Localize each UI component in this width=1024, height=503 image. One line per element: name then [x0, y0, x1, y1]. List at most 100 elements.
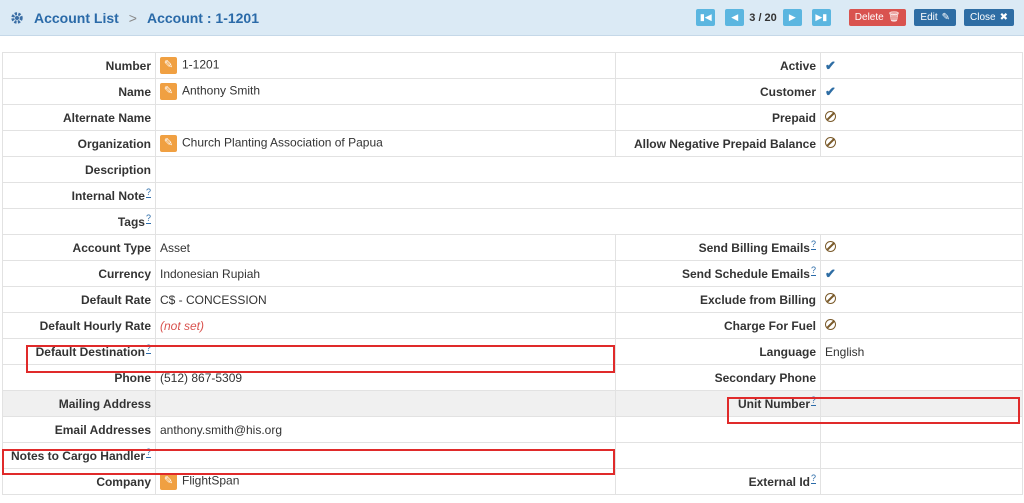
external-id-text: External Id [748, 475, 810, 489]
customer-value: ✔ [820, 78, 1023, 105]
account-type-value: Asset [155, 234, 616, 261]
help-icon[interactable]: ? [145, 343, 151, 354]
phone-label: Phone [2, 364, 156, 391]
previous-record-icon[interactable]: ◀ [725, 9, 745, 26]
account-details-table: Number ✎ 1-1201 Active ✔ Name ✎ Anthony Sm… [2, 52, 1023, 495]
help-icon[interactable]: ? [810, 265, 816, 276]
organization-label: Organization [2, 130, 156, 157]
number-label: Number [2, 52, 156, 79]
close-icon: ✖ [999, 12, 1008, 23]
send-schedule-emails-value: ✔ [820, 260, 1023, 287]
table-row: Alternate Name Prepaid [2, 104, 1023, 131]
secondary-phone-value [820, 364, 1023, 391]
trash-icon: 🗑 [887, 12, 901, 23]
organization-text: Church Planting Association of Papua [182, 135, 383, 150]
breadcrumb-separator: > [128, 9, 137, 26]
table-row: Default Destination? Language English [2, 338, 1023, 365]
default-destination-value [155, 338, 616, 365]
not-set-text: (not set) [160, 318, 205, 333]
send-billing-emails-label: Send Billing Emails? [615, 234, 821, 261]
default-hourly-rate-value: (not set) [155, 312, 616, 339]
edit-button[interactable]: Edit ✎ [914, 9, 957, 26]
delete-button[interactable]: Delete 🗑 [848, 9, 907, 26]
notes-to-cargo-handler-value [155, 442, 616, 469]
edit-pencil-icon[interactable]: ✎ [160, 135, 177, 152]
send-schedule-emails-text: Send Schedule Emails [681, 267, 810, 281]
ban-icon [825, 292, 836, 304]
charge-for-fuel-value [820, 312, 1023, 339]
table-row: Email Addresses anthony.smith@his.org [2, 416, 1023, 443]
notes-to-cargo-handler-text: Notes to Cargo Handler [10, 449, 145, 463]
name-text: Anthony Smith [182, 83, 261, 98]
external-id-value [820, 468, 1023, 495]
help-icon[interactable]: ? [145, 447, 151, 458]
checkmark-icon: ✔ [825, 57, 836, 73]
table-row: Number ✎ 1-1201 Active ✔ [2, 52, 1023, 79]
unit-number-text: Unit Number [737, 397, 810, 411]
email-addresses-value: anthony.smith@his.org [155, 416, 616, 443]
table-row: Internal Note? [2, 182, 1023, 209]
charge-for-fuel-label: Charge For Fuel [615, 312, 821, 339]
edit-pencil-icon[interactable]: ✎ [160, 473, 177, 490]
help-icon[interactable]: ? [145, 213, 151, 224]
number-text: 1-1201 [182, 57, 220, 72]
help-icon[interactable]: ? [810, 395, 816, 406]
table-row: Phone (512) 867-5309 Secondary Phone [2, 364, 1023, 391]
default-rate-label: Default Rate [2, 286, 156, 313]
ban-icon [825, 110, 836, 122]
default-destination-label: Default Destination? [2, 338, 156, 365]
unit-number-label: Unit Number? [615, 390, 821, 417]
send-billing-emails-value [820, 234, 1023, 261]
customer-label: Customer [615, 78, 821, 105]
breadcrumb-account-list[interactable]: Account List [34, 10, 119, 26]
empty-cell [615, 442, 821, 469]
pencil-icon: ✎ [941, 12, 951, 23]
help-icon[interactable]: ? [810, 473, 816, 484]
first-record-icon[interactable]: ▮◀ [696, 9, 716, 26]
active-value: ✔ [820, 52, 1023, 79]
default-destination-text: Default Destination [35, 345, 145, 359]
table-row: Mailing Address Unit Number? [2, 390, 1023, 417]
internal-note-label: Internal Note? [2, 182, 156, 209]
allow-negative-label: Allow Negative Prepaid Balance [615, 130, 821, 157]
ban-icon [825, 318, 836, 330]
organization-value: ✎ Church Planting Association of Papua [155, 130, 616, 157]
close-button[interactable]: Close ✖ [964, 9, 1014, 26]
last-record-icon[interactable]: ▶▮ [811, 9, 831, 26]
edit-pencil-icon[interactable]: ✎ [160, 83, 177, 100]
send-billing-emails-text: Send Billing Emails [698, 241, 810, 255]
table-row: Description [2, 156, 1023, 183]
name-value: ✎ Anthony Smith [155, 78, 616, 105]
gear-icon[interactable] [10, 11, 24, 25]
help-icon[interactable]: ? [810, 239, 816, 250]
alternate-name-label: Alternate Name [2, 104, 156, 131]
company-text: FlightSpan [182, 473, 240, 488]
allow-negative-value [820, 130, 1023, 157]
tags-text: Tags [117, 215, 145, 229]
phone-value: (512) 867-5309 [155, 364, 616, 391]
exclude-from-billing-value [820, 286, 1023, 313]
company-value: ✎ FlightSpan [155, 468, 616, 495]
currency-value: Indonesian Rupiah [155, 260, 616, 287]
next-record-icon[interactable]: ▶ [782, 9, 802, 26]
ban-icon [825, 136, 836, 148]
language-label: Language [615, 338, 821, 365]
company-label: Company [2, 468, 156, 495]
close-label: Close [970, 12, 996, 23]
table-row: Name ✎ Anthony Smith Customer ✔ [2, 78, 1023, 105]
table-row: Currency Indonesian Rupiah Send Schedule… [2, 260, 1023, 287]
table-row: Tags? [2, 208, 1023, 235]
ban-icon [825, 240, 836, 252]
unit-number-value [820, 390, 1023, 417]
checkmark-icon: ✔ [825, 265, 836, 281]
delete-label: Delete [854, 12, 884, 23]
alternate-name-value [155, 104, 616, 131]
empty-cell [820, 416, 1023, 443]
help-icon[interactable]: ? [145, 187, 151, 198]
external-id-label: External Id? [615, 468, 821, 495]
table-row: Account Type Asset Send Billing Emails? [2, 234, 1023, 261]
table-row: Notes to Cargo Handler? [2, 442, 1023, 469]
table-row: Default Rate C$ - CONCESSION Exclude fro… [2, 286, 1023, 313]
prepaid-label: Prepaid [615, 104, 821, 131]
edit-pencil-icon[interactable]: ✎ [160, 57, 177, 74]
